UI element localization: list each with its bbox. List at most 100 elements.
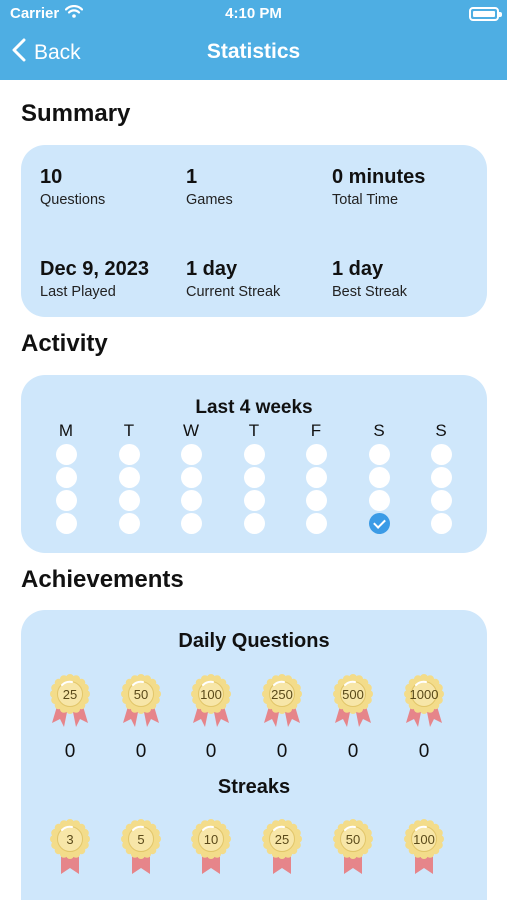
day-label: M	[58, 421, 74, 440]
medal-label: 25	[62, 687, 78, 702]
medal-icon: 1000	[402, 673, 446, 729]
day-column: M	[54, 420, 78, 534]
day-label: W	[182, 421, 200, 440]
activity-day	[305, 444, 327, 465]
medal-icon: 250	[260, 673, 304, 729]
stat-label: Total Time	[332, 192, 399, 208]
page-title: Statistics	[206, 40, 301, 63]
medal-label: 25	[274, 832, 290, 847]
activity-day	[118, 444, 140, 465]
activity-day	[430, 490, 452, 511]
medal-count: 0	[135, 741, 147, 762]
stat-value: Dec 9, 2023	[40, 258, 149, 280]
achievements-heading: Achievements	[21, 566, 184, 593]
medal-icon: 5	[119, 818, 163, 874]
medal-label: 500	[342, 687, 364, 702]
medal-label: 1000	[409, 687, 439, 702]
stat-value: 0 minutes	[332, 166, 426, 188]
activity-day	[118, 490, 140, 511]
activity-day	[243, 467, 265, 488]
stat-label: Games	[186, 192, 233, 208]
medal-icon: 500	[331, 673, 375, 729]
medal-icon: 50	[331, 818, 375, 874]
stat-value: 1 day	[186, 258, 238, 280]
medal-count: 0	[347, 741, 359, 762]
activity-day	[180, 467, 202, 488]
day-label: T	[248, 421, 260, 440]
stat-label: Last Played	[40, 284, 116, 300]
activity-day	[55, 513, 77, 534]
medal-icon: 25	[260, 818, 304, 874]
navigation-bar: Carrier 4:10 PM Back Statistics	[0, 0, 507, 80]
activity-heading: Activity	[21, 330, 108, 357]
activity-day	[430, 444, 452, 465]
day-label: S	[435, 421, 447, 440]
activity-day	[118, 467, 140, 488]
stat-value: 1 day	[332, 258, 384, 280]
day-label: F	[310, 421, 322, 440]
status-time: 4:10 PM	[225, 5, 282, 22]
medal-icon: 10	[189, 818, 233, 874]
day-label: T	[123, 421, 135, 440]
activity-day	[368, 490, 390, 511]
stat-label: Current Streak	[186, 284, 281, 300]
stat-total-time: 0 minutes Total Time	[332, 166, 472, 208]
stat-best-streak: 1 day Best Streak	[332, 258, 472, 300]
medal-label: 5	[137, 832, 145, 847]
stat-questions: 10 Questions	[40, 166, 180, 208]
daily-questions-heading: Daily Questions	[178, 630, 330, 652]
summary-card: 10 Questions 1 Games 0 minutes Total Tim…	[21, 145, 487, 317]
activity-day-complete	[368, 513, 390, 534]
activity-day	[55, 490, 77, 511]
medal-count: 0	[64, 741, 76, 762]
medal-label: 100	[413, 832, 435, 847]
day-label: S	[373, 421, 385, 440]
activity-day	[55, 467, 77, 488]
medal-icon: 25	[48, 673, 92, 729]
activity-day	[180, 490, 202, 511]
medal-icon: 100	[402, 818, 446, 874]
day-column: T	[117, 420, 141, 534]
stat-value: 1	[186, 166, 198, 188]
stat-last-played: Dec 9, 2023 Last Played	[40, 258, 180, 300]
activity-day	[243, 513, 265, 534]
stat-games: 1 Games	[186, 166, 326, 208]
activity-day	[180, 444, 202, 465]
day-column: F	[304, 420, 328, 534]
summary-heading: Summary	[21, 100, 131, 127]
activity-subtitle: Last 4 weeks	[195, 397, 313, 418]
medal-count: 0	[418, 741, 430, 762]
streaks-heading: Streaks	[217, 776, 291, 798]
day-column: S	[429, 420, 453, 534]
activity-day	[430, 467, 452, 488]
activity-day	[305, 513, 327, 534]
activity-day	[118, 513, 140, 534]
stat-label: Best Streak	[332, 284, 407, 300]
day-column: T	[242, 420, 266, 534]
activity-day	[305, 490, 327, 511]
activity-day	[368, 444, 390, 465]
activity-day	[243, 490, 265, 511]
medal-label: 50	[345, 832, 361, 847]
medal-icon: 3	[48, 818, 92, 874]
activity-day	[55, 444, 77, 465]
day-column: S	[367, 420, 391, 534]
medal-label: 3	[66, 832, 74, 847]
activity-day	[180, 513, 202, 534]
medal-count: 0	[205, 741, 217, 762]
medal-label: 250	[271, 687, 293, 702]
medal-icon: 50	[119, 673, 163, 729]
medal-icon: 100	[189, 673, 233, 729]
battery-icon	[469, 7, 502, 21]
medal-label: 100	[200, 687, 222, 702]
stat-current-streak: 1 day Current Streak	[186, 258, 326, 300]
activity-day	[243, 444, 265, 465]
medal-count: 0	[276, 741, 288, 762]
medal-label: 10	[203, 832, 219, 847]
activity-card: Last 4 weeks M T W T F S S	[21, 375, 487, 553]
stat-label: Questions	[40, 192, 106, 208]
activity-day	[368, 467, 390, 488]
stat-value: 10	[40, 166, 63, 188]
activity-day	[305, 467, 327, 488]
medal-label: 50	[133, 687, 149, 702]
